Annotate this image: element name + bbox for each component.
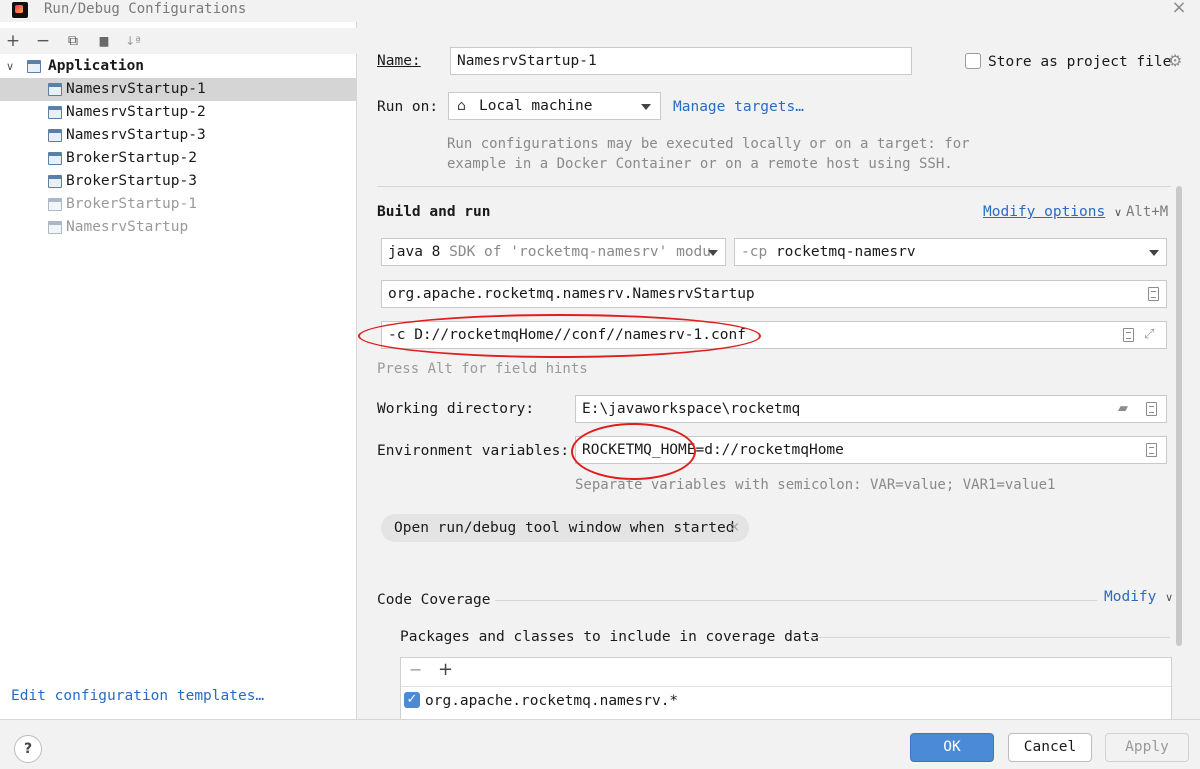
modify-options-link[interactable]: Modify options ∨ [983, 202, 1122, 223]
intellij-app-icon [12, 2, 28, 18]
application-config-icon [48, 152, 62, 165]
tree-item-label: NamesrvStartup-3 [66, 127, 206, 143]
application-group-icon [27, 60, 41, 73]
tree-item-brokerstartup-3[interactable]: BrokerStartup-3 [0, 170, 356, 193]
jre-sdk-description: SDK of 'rocketmq-namesrv' modu [449, 244, 712, 260]
separator [808, 637, 1170, 638]
sort-icon[interactable]: ↓ª [123, 31, 143, 51]
red-annotation-ellipse-program-args [358, 314, 761, 358]
environment-variables-hint: Separate variables with semicolon: VAR=v… [575, 477, 1056, 493]
application-config-icon [48, 106, 62, 119]
application-config-icon [48, 175, 62, 188]
modify-options-shortcut: Alt+M [1126, 204, 1169, 220]
help-button[interactable]: ? [14, 735, 42, 763]
main-class-value: org.apache.rocketmq.namesrv.NamesrvStart… [388, 286, 755, 302]
gear-icon[interactable]: ⚙ [1168, 51, 1182, 70]
separator [495, 600, 1097, 601]
tree-toolbar: + − ⧉ ▆ ↓ª [0, 28, 357, 54]
run-on-value: Local machine [479, 98, 593, 114]
cancel-button[interactable]: Cancel [1008, 733, 1092, 762]
separator [377, 186, 1171, 187]
packages-label: Packages and classes to include in cover… [400, 629, 820, 645]
working-directory-input[interactable]: E:\javaworkspace\rocketmq ▰ [575, 395, 1167, 423]
macro-icon[interactable] [1146, 402, 1157, 416]
remove-icon[interactable]: − [409, 660, 422, 679]
main-class-input[interactable]: org.apache.rocketmq.namesrv.NamesrvStart… [381, 280, 1167, 308]
tree-group-label: Application [48, 58, 145, 74]
run-on-label: Run on: [377, 99, 439, 115]
name-label: Name: [377, 51, 421, 71]
folder-open-icon[interactable]: ▰ [1118, 396, 1128, 422]
chevron-down-icon: ∨ [1165, 591, 1174, 604]
chevron-down-icon[interactable]: ∨ [6, 55, 14, 78]
application-config-icon [48, 198, 62, 211]
tree-item-namesrvstartup-2[interactable]: NamesrvStartup-2 [0, 101, 356, 124]
jre-java-version: java 8 [388, 244, 441, 260]
coverage-modify-text: Modify [1104, 589, 1157, 605]
remove-icon[interactable]: − [33, 31, 53, 51]
classpath-module-select[interactable]: -cp rocketmq-namesrv [734, 238, 1167, 266]
folder-icon[interactable]: ▆ [94, 31, 114, 51]
build-and-run-heading: Build and run [377, 204, 491, 220]
tree-group-application[interactable]: ∨ Application [0, 55, 356, 78]
tree-item-label: BrokerStartup-1 [66, 196, 197, 212]
chevron-down-icon [1149, 250, 1159, 256]
application-config-icon [48, 221, 62, 234]
vertical-scrollbar[interactable] [1176, 186, 1182, 646]
manage-targets-link[interactable]: Manage targets… [673, 97, 804, 117]
store-as-project-label[interactable]: Store as project file [988, 52, 1171, 72]
environment-variables-label: Environment variables: [377, 443, 570, 459]
red-annotation-ellipse-env [571, 423, 696, 480]
chevron-down-icon [708, 250, 718, 256]
window-title: Run/Debug Configurations [44, 1, 247, 17]
classpath-prefix: -cp [741, 244, 768, 260]
jre-select[interactable]: java 8 SDK of 'rocketmq-namesrv' modu [381, 238, 726, 266]
coverage-modify-link[interactable]: Modify ∨ [1104, 587, 1173, 608]
macro-icon[interactable] [1123, 328, 1134, 342]
coverage-package-checkbox[interactable]: ✓ [404, 692, 420, 708]
home-icon: ⌂ [457, 98, 466, 114]
apply-button[interactable]: Apply [1105, 733, 1189, 762]
ok-button[interactable]: OK [910, 733, 994, 762]
tree-item-label: NamesrvStartup-2 [66, 104, 206, 120]
tree-item-label: NamesrvStartup [66, 219, 189, 235]
edit-env-icon[interactable] [1146, 443, 1157, 457]
application-config-icon [48, 129, 62, 142]
tree-item-label: BrokerStartup-3 [66, 173, 197, 189]
classpath-module: rocketmq-namesrv [775, 244, 916, 260]
name-input[interactable]: NamesrvStartup-1 [450, 47, 912, 75]
tree-item-label: BrokerStartup-2 [66, 150, 197, 166]
working-directory-value: E:\javaworkspace\rocketmq [582, 401, 801, 417]
tree-item-brokerstartup-2[interactable]: BrokerStartup-2 [0, 147, 356, 170]
coverage-package-label: org.apache.rocketmq.namesrv.* [425, 693, 679, 709]
code-coverage-heading: Code Coverage [377, 592, 491, 608]
close-icon[interactable]: × [1168, 0, 1190, 18]
browse-class-icon[interactable] [1148, 287, 1159, 301]
run-on-select[interactable]: ⌂ Local machine [448, 92, 661, 120]
store-as-project-checkbox[interactable] [965, 53, 981, 69]
field-hints-text: Press Alt for field hints [377, 361, 588, 377]
tree-item-brokerstartup-1[interactable]: BrokerStartup-1 [0, 193, 356, 216]
chevron-down-icon [641, 104, 651, 110]
separator [401, 686, 1171, 687]
name-label-text: Name: [377, 53, 421, 69]
expand-icon[interactable]: ⤢ [1144, 322, 1154, 348]
close-icon[interactable]: × [729, 514, 740, 542]
add-icon[interactable]: + [3, 31, 23, 51]
add-icon[interactable]: + [438, 659, 453, 680]
copy-icon[interactable]: ⧉ [63, 31, 83, 51]
open-tool-window-chip[interactable]: Open run/debug tool window when started … [381, 514, 749, 542]
open-tool-window-label: Open run/debug tool window when started [394, 520, 735, 536]
working-directory-label: Working directory: [377, 401, 535, 417]
tree-item-namesrvstartup-1[interactable]: NamesrvStartup-1 [0, 78, 356, 101]
tree-item-namesrvstartup[interactable]: NamesrvStartup [0, 216, 356, 239]
tree-item-label: NamesrvStartup-1 [66, 81, 206, 97]
application-config-icon [48, 83, 62, 96]
chevron-down-icon: ∨ [1113, 206, 1123, 219]
edit-configuration-templates-link[interactable]: Edit configuration templates… [11, 688, 264, 704]
run-on-hint-line-2: example in a Docker Container or on a re… [447, 156, 953, 172]
tree-item-namesrvstartup-3[interactable]: NamesrvStartup-3 [0, 124, 356, 147]
modify-options-text: Modify options [983, 204, 1106, 220]
run-on-hint-line-1: Run configurations may be executed local… [447, 136, 970, 152]
